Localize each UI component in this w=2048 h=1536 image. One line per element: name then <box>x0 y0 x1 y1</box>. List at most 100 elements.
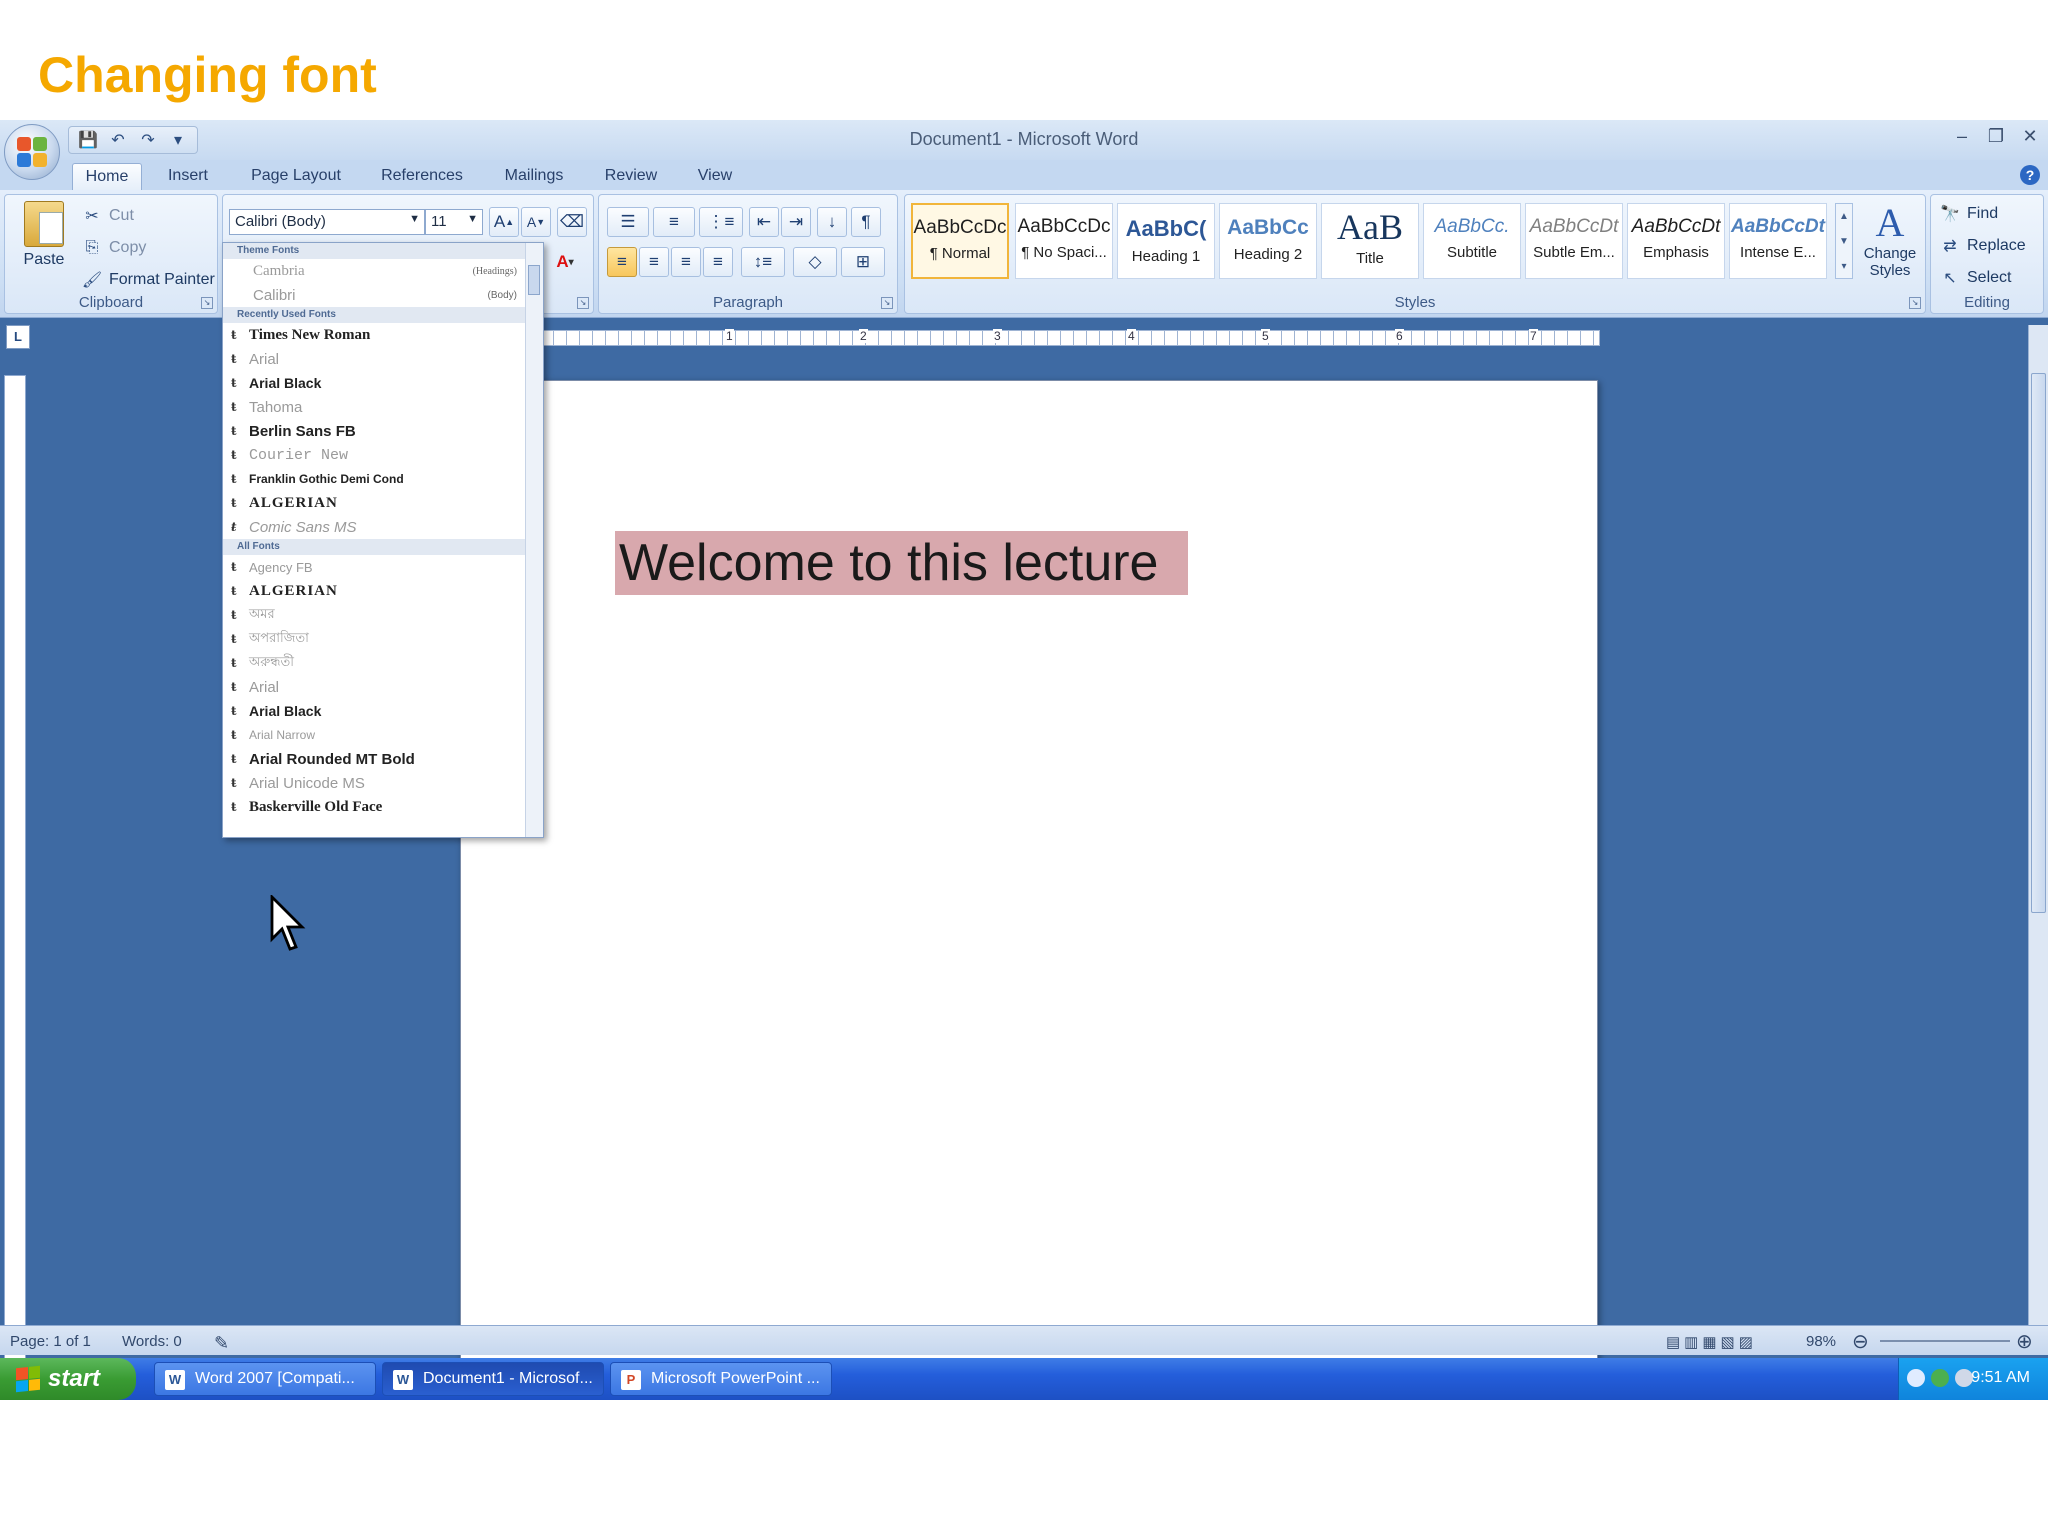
style-normal[interactable]: AaBbCcDc ¶ Normal <box>911 203 1009 279</box>
font-list-scroll-thumb[interactable] <box>528 265 540 295</box>
restore-icon[interactable]: ❐ <box>1986 126 2006 147</box>
font-option[interactable]: Calibri (Body) <box>223 283 543 307</box>
paragraph-launcher-icon[interactable]: ↘ <box>881 297 893 309</box>
font-option[interactable]: ŧ Franklin Gothic Demi Cond <box>223 467 543 491</box>
format-painter-button[interactable]: 🖌 Format Painter <box>81 269 215 291</box>
font-option[interactable]: ŧ অমর <box>223 603 543 627</box>
borders-button[interactable]: ⊞ <box>841 247 885 277</box>
font-option[interactable]: ŧ Agency FB <box>223 555 543 579</box>
font-option[interactable]: Cambria (Headings) <box>223 259 543 283</box>
taskbar-item-powerpoint[interactable]: P Microsoft PowerPoint ... <box>610 1362 832 1396</box>
style-no-spacing[interactable]: AaBbCcDc ¶ No Spaci... <box>1015 203 1113 279</box>
font-option[interactable]: ŧ Tahoma <box>223 395 543 419</box>
office-button[interactable] <box>4 124 60 180</box>
font-option[interactable]: ŧ Arial Rounded MT Bold <box>223 747 543 771</box>
font-color-button[interactable]: A ▾ <box>545 247 585 277</box>
align-left-button[interactable]: ≡ <box>607 247 637 277</box>
tray-expand-icon[interactable] <box>1907 1369 1925 1387</box>
page-count[interactable]: Page: 1 of 1 <box>10 1333 91 1350</box>
document-text[interactable]: Welcome to this lecture <box>615 531 1189 595</box>
tray-network-icon[interactable] <box>1931 1369 1949 1387</box>
zoom-slider[interactable] <box>1880 1340 2010 1342</box>
start-button[interactable]: start <box>0 1358 136 1400</box>
style-subtitle[interactable]: AaBbCc. Subtitle <box>1423 203 1521 279</box>
font-option[interactable]: ŧ Comic Sans MS <box>223 515 543 539</box>
replace-button[interactable]: ⇄ Replace <box>1939 235 2025 257</box>
tray-volume-icon[interactable] <box>1955 1369 1973 1387</box>
increase-indent-button[interactable]: ⇥ <box>781 207 811 237</box>
multilevel-list-button[interactable]: ⋮≡ <box>699 207 743 237</box>
font-dropdown-list[interactable]: Theme Fonts Cambria (Headings) Calibri (… <box>222 242 544 838</box>
font-option[interactable]: ŧ Arial Narrow <box>223 723 543 747</box>
clear-formatting-button[interactable]: ⌫ <box>557 207 587 237</box>
font-option[interactable]: ŧ অরুন্ধতী <box>223 651 543 675</box>
align-center-button[interactable]: ≡ <box>639 247 669 277</box>
copy-button[interactable]: ⎘ Copy <box>81 237 147 259</box>
word-count[interactable]: Words: 0 <box>122 1333 182 1350</box>
font-list-scrollbar[interactable] <box>525 243 543 837</box>
find-button[interactable]: 🔭 Find <box>1939 203 1998 225</box>
show-formatting-button[interactable]: ¶ <box>851 207 881 237</box>
tab-view[interactable]: View <box>690 163 740 190</box>
font-option[interactable]: ŧ Arial Black <box>223 699 543 723</box>
font-option[interactable]: ŧ Arial <box>223 675 543 699</box>
taskbar-item-word-2007[interactable]: W Word 2007 [Compati... <box>154 1362 376 1396</box>
style-emphasis[interactable]: AaBbCcDt Emphasis <box>1627 203 1725 279</box>
style-heading-1[interactable]: AaBbC( Heading 1 <box>1117 203 1215 279</box>
align-right-button[interactable]: ≡ <box>671 247 701 277</box>
style-title[interactable]: AaB Title <box>1321 203 1419 279</box>
tab-home[interactable]: Home <box>72 163 142 190</box>
zoom-in-icon[interactable]: ⊕ <box>2016 1329 2033 1354</box>
font-option[interactable]: ŧ ALGERIAN <box>223 579 543 603</box>
font-option[interactable]: ŧ Baskerville Old Face <box>223 795 543 819</box>
vertical-ruler[interactable] <box>4 375 26 1375</box>
bullets-button[interactable]: ☰ <box>607 207 649 237</box>
font-option[interactable]: ŧ Times New Roman <box>223 323 543 347</box>
tab-references[interactable]: References <box>372 163 472 190</box>
numbering-button[interactable]: ≡ <box>653 207 695 237</box>
horizontal-ruler[interactable]: 1 2 3 4 5 6 7 <box>540 329 1600 346</box>
taskbar-item-document1[interactable]: W Document1 - Microsof... <box>382 1362 604 1396</box>
tab-review[interactable]: Review <box>598 163 664 190</box>
help-icon[interactable]: ? <box>2020 165 2040 185</box>
font-size-box[interactable]: 11 ▼ <box>425 209 483 235</box>
tab-page-layout[interactable]: Page Layout <box>246 163 346 190</box>
zoom-level[interactable]: 98% <box>1806 1333 1836 1350</box>
line-spacing-button[interactable]: ↕≡ <box>741 247 785 277</box>
font-option[interactable]: ŧ Arial <box>223 347 543 371</box>
size-dropdown-arrow-icon[interactable]: ▼ <box>467 213 478 225</box>
style-subtle-emphasis[interactable]: AaBbCcDt Subtle Em... <box>1525 203 1623 279</box>
clipboard-launcher-icon[interactable]: ↘ <box>201 297 213 309</box>
font-option[interactable]: ŧ Berlin Sans FB <box>223 419 543 443</box>
font-option[interactable]: ŧ ALGERIAN <box>223 491 543 515</box>
tab-selector-icon[interactable]: L <box>6 325 30 349</box>
document-page[interactable]: Welcome to this lecture <box>460 380 1598 1400</box>
vertical-scrollbar[interactable] <box>2028 325 2048 1325</box>
style-heading-2[interactable]: AaBbCc Heading 2 <box>1219 203 1317 279</box>
shading-button[interactable]: ◇ <box>793 247 837 277</box>
font-option[interactable]: ŧ Arial Black <box>223 371 543 395</box>
font-option[interactable]: ŧ অপরাজিতা <box>223 627 543 651</box>
sort-button[interactable]: ↓ <box>817 207 847 237</box>
style-intense-emphasis[interactable]: AaBbCcDt Intense E... <box>1729 203 1827 279</box>
shrink-font-button[interactable]: A ▼ <box>521 207 551 237</box>
cut-button[interactable]: ✂ Cut <box>81 205 134 227</box>
grow-font-button[interactable]: A ▲ <box>489 207 519 237</box>
view-buttons[interactable]: ▤▥▦▧▨ <box>1666 1333 1757 1351</box>
font-option[interactable]: ŧ Arial Unicode MS <box>223 771 543 795</box>
select-button[interactable]: ↖ Select <box>1939 267 2011 289</box>
font-dropdown-arrow-icon[interactable]: ▼ <box>409 213 420 225</box>
close-icon[interactable]: ✕ <box>2020 126 2040 147</box>
proofing-icon[interactable]: ✎ <box>214 1333 229 1354</box>
justify-button[interactable]: ≡ <box>703 247 733 277</box>
zoom-out-icon[interactable]: ⊖ <box>1852 1329 1869 1354</box>
tab-mailings[interactable]: Mailings <box>496 163 572 190</box>
tab-insert[interactable]: Insert <box>156 163 220 190</box>
font-launcher-icon[interactable]: ↘ <box>577 297 589 309</box>
font-name-box[interactable]: Calibri (Body) ▼ <box>229 209 425 235</box>
decrease-indent-button[interactable]: ⇤ <box>749 207 779 237</box>
styles-scroll-control[interactable]: ▲ ▼ ▾ <box>1835 203 1853 279</box>
styles-launcher-icon[interactable]: ↘ <box>1909 297 1921 309</box>
change-styles-button[interactable]: A Change Styles <box>1859 201 1921 280</box>
scrollbar-thumb[interactable] <box>2031 373 2046 913</box>
